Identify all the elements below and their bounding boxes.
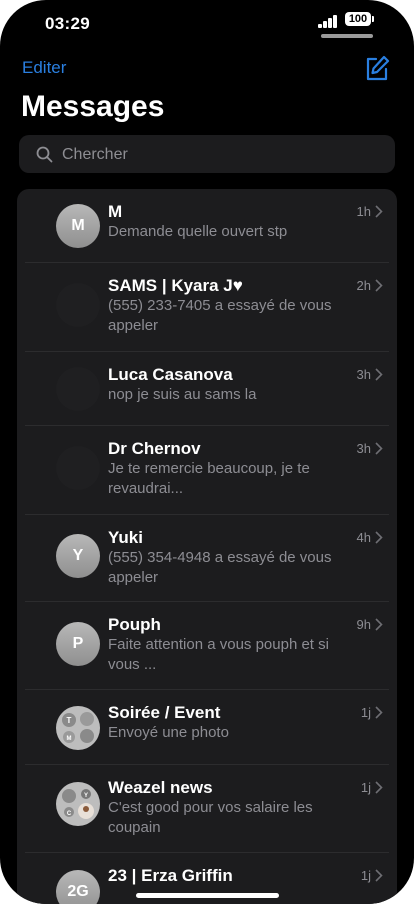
search-input[interactable]: [60, 135, 384, 175]
group-avatar: T M: [56, 706, 100, 750]
avatar: 2G: [56, 870, 100, 904]
chevron-right-icon: [375, 279, 383, 292]
search-bar[interactable]: [19, 135, 395, 175]
avatar: P: [56, 622, 100, 666]
conversation-name: 23 | Erza Griffin: [108, 866, 233, 885]
conversation-row[interactable]: Luca Casanova nop je suis au sams la 3h: [17, 352, 397, 426]
conversation-row[interactable]: M M Demande quelle ouvert stp 1h: [17, 189, 397, 263]
conversation-time: 1j: [360, 868, 371, 883]
signal-icon: [318, 14, 340, 28]
chevron-right-icon: [375, 205, 383, 218]
conversation-preview: (555) 354-4948 a essayé de vous appeler: [108, 549, 332, 586]
conversation-preview: Faite attention a vous pouph et si vous …: [108, 636, 329, 673]
chevron-right-icon: [375, 368, 383, 381]
status-time: 03:29: [45, 14, 90, 33]
chevron-right-icon: [375, 531, 383, 544]
conversation-name: Pouph: [108, 615, 161, 634]
avatar: M: [56, 204, 100, 248]
avatar: [56, 283, 100, 327]
compose-icon[interactable]: [363, 54, 391, 82]
conversation-time: 3h: [356, 441, 371, 456]
chevron-right-icon: [375, 781, 383, 794]
page-title: Messages: [21, 90, 165, 123]
conversation-row[interactable]: P Pouph Faite attention a vous pouph et …: [17, 602, 397, 690]
chevron-right-icon: [375, 706, 383, 719]
conversation-list[interactable]: M M Demande quelle ouvert stp 1h SAMS | …: [17, 189, 397, 904]
conversation-time: 4h: [356, 530, 371, 545]
conversation-time: 3h: [356, 367, 371, 382]
edit-button[interactable]: Editer: [22, 58, 66, 78]
chevron-right-icon: [375, 618, 383, 631]
status-bar: 03:29 100: [0, 0, 414, 50]
chevron-right-icon: [375, 869, 383, 882]
group-letter: M: [67, 736, 72, 742]
conversation-time: 2h: [356, 278, 371, 293]
group-letter: Y: [84, 793, 88, 799]
conversation-row[interactable]: SAMS | Kyara J♥ (555) 233-7405 a essayé …: [17, 263, 397, 352]
conversation-preview: (555) 233-7405 a essayé de vous appeler: [108, 297, 332, 334]
search-icon: [36, 146, 53, 163]
conversation-time: 1j: [360, 705, 371, 720]
conversation-name: Weazel news: [108, 778, 213, 797]
conversation-time: 9h: [356, 617, 371, 632]
conversation-row[interactable]: T M Soirée / Event Envoyé une photo 1j: [17, 690, 397, 765]
conversation-preview: nop je suis au sams la: [108, 386, 257, 403]
conversation-time: 1j: [360, 780, 371, 795]
battery-icon: 100: [345, 12, 374, 26]
conversation-preview: C'est good pour vos salaire les coupain: [108, 799, 313, 836]
status-indicator: [321, 34, 373, 38]
group-avatar: Y C: [56, 782, 100, 826]
group-letter: T: [67, 716, 72, 725]
conversation-preview: Envoyé une photo: [108, 724, 229, 741]
conversation-name: Soirée / Event: [108, 703, 221, 722]
chevron-right-icon: [375, 442, 383, 455]
conversation-name: Dr Chernov: [108, 439, 201, 458]
conversation-row[interactable]: Y Yuki (555) 354-4948 a essayé de vous a…: [17, 515, 397, 602]
phone-screen: 03:29 100 Editer Messages M M Demande qu…: [0, 0, 414, 904]
group-letter: C: [67, 811, 72, 817]
conversation-name: SAMS | Kyara J♥: [108, 276, 243, 295]
conversation-row[interactable]: Dr Chernov Je te remercie beaucoup, je t…: [17, 426, 397, 515]
conversation-time: 1h: [356, 204, 371, 219]
conversation-name: Luca Casanova: [108, 365, 233, 384]
conversation-name: M: [108, 202, 123, 221]
home-indicator[interactable]: [136, 893, 279, 898]
avatar: [56, 367, 100, 411]
conversation-row[interactable]: Y C Weazel news C'est good pour vos sala…: [17, 765, 397, 853]
conversation-preview: Je te remercie beaucoup, je te revaudrai…: [108, 460, 310, 497]
conversation-preview: Demande quelle ouvert stp: [108, 223, 288, 240]
avatar: Y: [56, 534, 100, 578]
avatar: [56, 446, 100, 490]
conversation-name: Yuki: [108, 528, 143, 547]
